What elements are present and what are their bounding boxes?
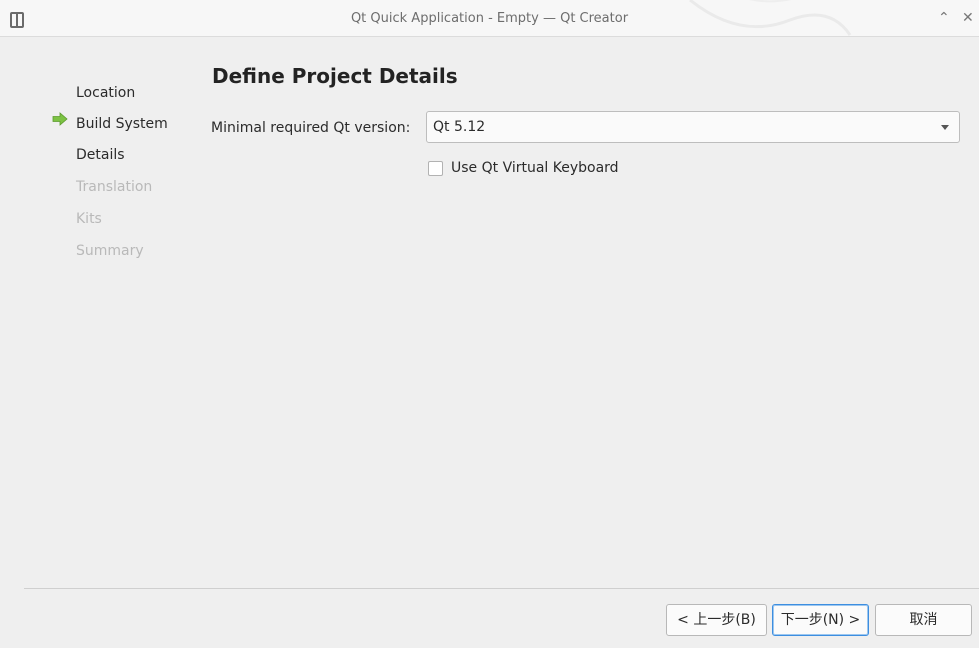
- step-build-system: Build System: [76, 116, 168, 132]
- step-summary: Summary: [76, 243, 144, 259]
- cancel-button[interactable]: 取消: [875, 604, 972, 636]
- close-icon[interactable]: ✕: [962, 10, 974, 26]
- virtual-keyboard-label: Use Qt Virtual Keyboard: [451, 160, 619, 176]
- qt-version-combobox[interactable]: Qt 5.12: [426, 111, 960, 143]
- step-details: Details: [76, 147, 125, 163]
- wizard-window: Qt Quick Application - Empty — Qt Creato…: [0, 0, 979, 648]
- wizard-steps: Location Build System Details Translatio…: [0, 36, 200, 556]
- qt-version-label: Minimal required Qt version:: [211, 120, 411, 136]
- qt-version-value: Qt 5.12: [433, 119, 486, 135]
- chevron-up-icon[interactable]: ⌃: [938, 10, 950, 26]
- step-location: Location: [76, 85, 136, 101]
- green-arrow-right-icon: [52, 112, 68, 126]
- next-button[interactable]: 下一步(N) >: [772, 604, 869, 636]
- title-bar: Qt Quick Application - Empty — Qt Creato…: [0, 0, 979, 37]
- page-title: Define Project Details: [212, 64, 458, 88]
- button-separator: [24, 588, 979, 589]
- step-translation: Translation: [76, 179, 153, 195]
- back-button[interactable]: < 上一步(B): [666, 604, 767, 636]
- checkbox-box[interactable]: [428, 161, 443, 176]
- step-kits: Kits: [76, 211, 102, 227]
- dropdown-arrow-icon: [941, 125, 949, 130]
- window-title: Qt Quick Application - Empty — Qt Creato…: [350, 11, 629, 26]
